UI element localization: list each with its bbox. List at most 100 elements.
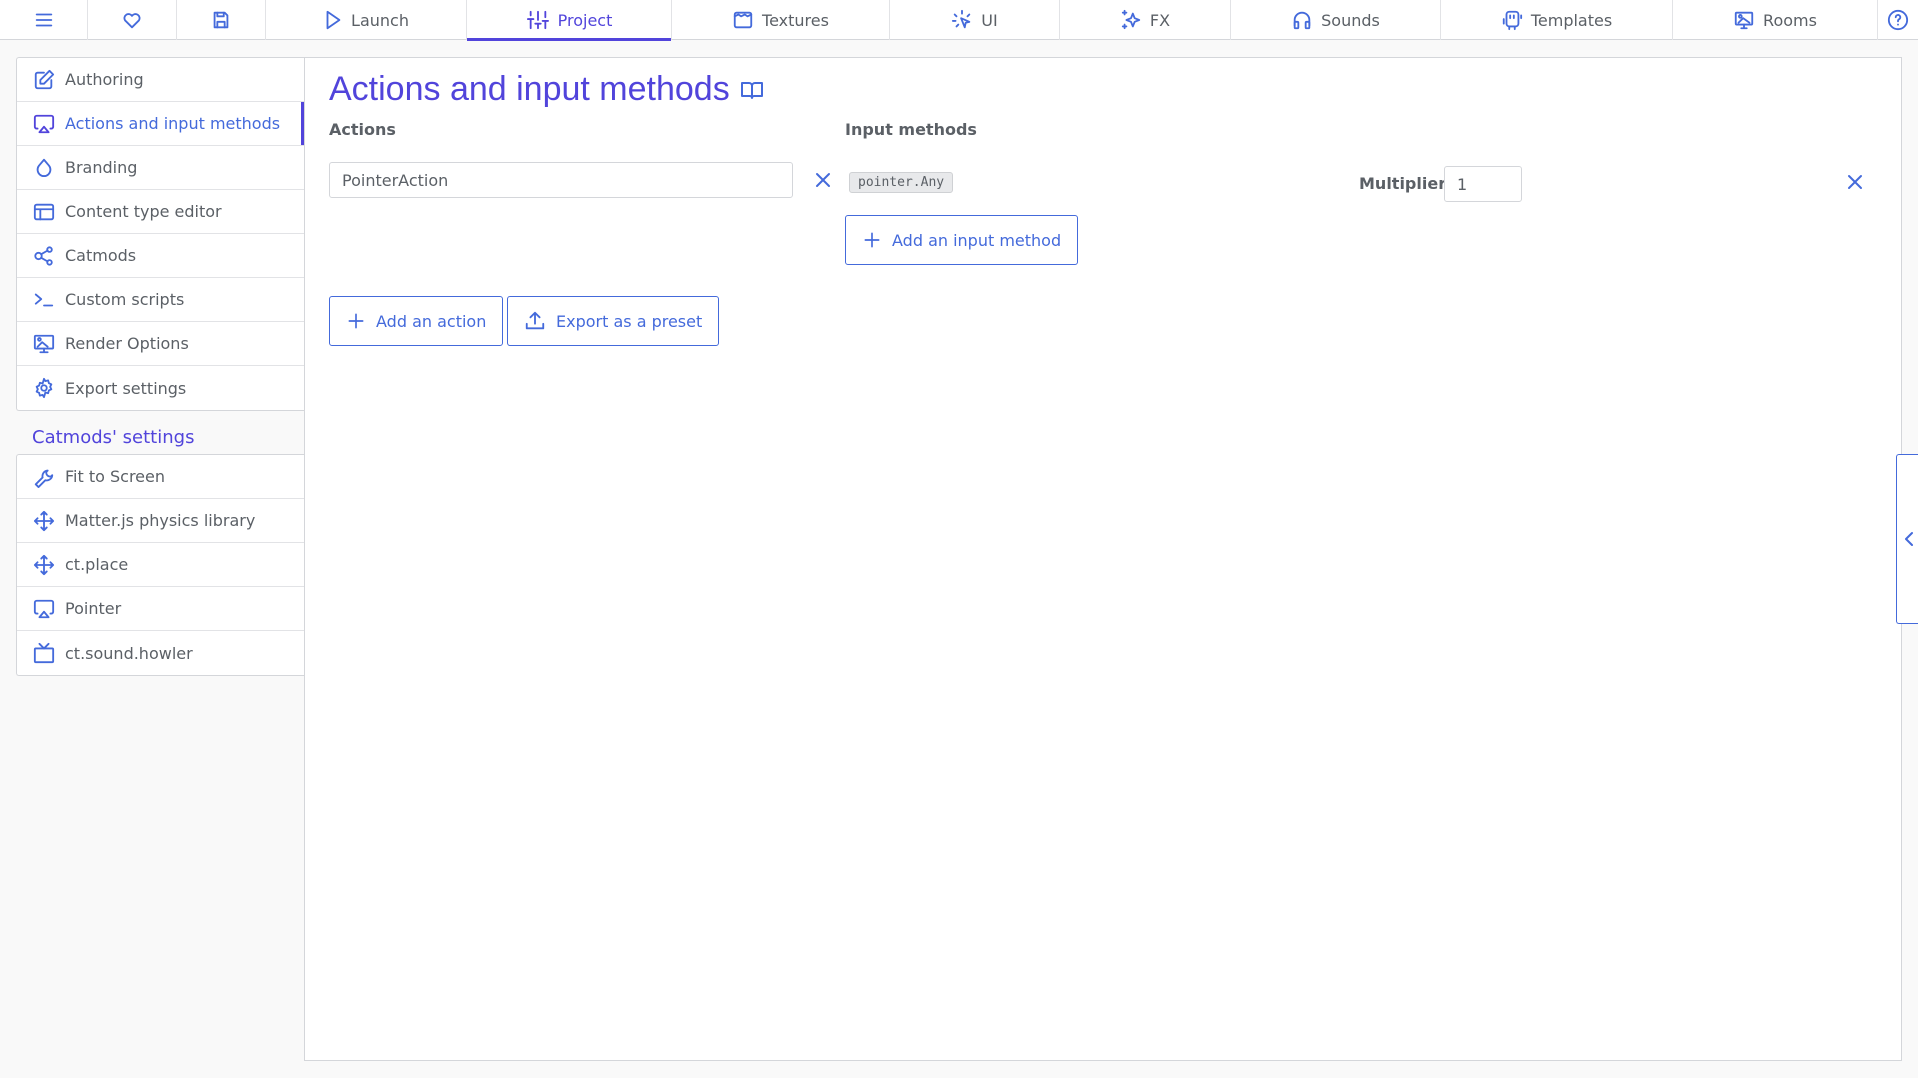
main-panel: Actions and input methods Actions Input … (304, 57, 1902, 1061)
sidebar-item-export-settings[interactable]: Export settings (17, 366, 304, 410)
add-action-label: Add an action (376, 311, 487, 331)
tab-textures-label: Textures (762, 10, 829, 30)
tab-ui[interactable]: UI (890, 0, 1060, 40)
export-preset-label: Export as a preset (556, 311, 703, 331)
sidebar-item-label: Actions and input methods (65, 114, 281, 133)
sidebar-item-authoring[interactable]: Authoring (17, 58, 304, 102)
top-nav-bar: Launch Project Textures UI FX Sounds Tem… (0, 0, 1918, 41)
hamburger-icon (33, 9, 55, 31)
sidebar-item-label: Custom scripts (65, 290, 185, 309)
sidebar-item-label: Render Options (65, 334, 189, 353)
sidebar-item-label: Content type editor (65, 202, 222, 221)
wrench-icon (33, 466, 55, 488)
sidebar-item-label: Catmods (65, 246, 137, 265)
sidebar-item-label: ct.place (65, 555, 129, 574)
help-circle-icon (1887, 9, 1909, 31)
delete-input-method-button[interactable] (1843, 170, 1867, 194)
headphones-icon (1291, 9, 1313, 31)
plus-icon (346, 311, 366, 331)
close-icon (1843, 170, 1867, 194)
airplay-icon (33, 598, 55, 620)
sliders-icon (526, 9, 550, 31)
sidebar-item-matterjs[interactable]: Matter.js physics library (17, 499, 304, 543)
sidebar-item-content-type-editor[interactable]: Content type editor (17, 190, 304, 234)
tab-templates[interactable]: Templates (1441, 0, 1673, 40)
move-icon (33, 510, 55, 532)
catmods-settings-heading: Catmods' settings (32, 427, 195, 448)
export-preset-button[interactable]: Export as a preset (507, 296, 720, 346)
sidebar-item-render-options[interactable]: Render Options (17, 322, 304, 366)
tab-fx[interactable]: FX (1060, 0, 1231, 40)
layout-icon (33, 201, 55, 223)
move-icon (33, 554, 55, 576)
sidebar-item-label: Authoring (65, 70, 144, 89)
template-icon (1501, 9, 1523, 31)
plus-icon (862, 230, 882, 250)
sidebar-item-label: Export settings (65, 378, 187, 398)
upload-icon (524, 310, 546, 332)
save-button[interactable] (177, 0, 266, 40)
page-title: Actions and input methods (329, 70, 764, 109)
sidebar-item-actions[interactable]: Actions and input methods (17, 102, 304, 146)
edit-icon (33, 69, 55, 91)
tab-ui-label: UI (981, 10, 998, 30)
sparkles-icon (1120, 9, 1142, 31)
sidebar-item-label: Matter.js physics library (65, 511, 256, 530)
sidebar-item-pointer[interactable]: Pointer (17, 587, 304, 631)
tab-launch[interactable]: Launch (266, 0, 467, 40)
tab-sounds[interactable]: Sounds (1231, 0, 1441, 40)
play-icon (323, 9, 343, 31)
favorite-button[interactable] (88, 0, 177, 40)
tab-launch-label: Launch (351, 10, 409, 30)
texture-icon (732, 9, 754, 31)
sidebar-item-label: ct.sound.howler (65, 643, 193, 663)
sidebar-item-label: Pointer (65, 599, 122, 618)
tab-rooms-label: Rooms (1763, 10, 1817, 30)
room-icon (1733, 9, 1755, 31)
cursor-click-icon (951, 9, 973, 31)
terminal-icon (33, 289, 55, 311)
menu-button[interactable] (0, 0, 88, 40)
page-title-text: Actions and input methods (329, 70, 730, 108)
book-open-icon[interactable] (740, 78, 764, 102)
input-methods-label: Input methods (845, 120, 977, 139)
catmods-settings-list: Fit to Screen Matter.js physics library … (16, 454, 304, 676)
droplet-icon (33, 157, 55, 179)
add-action-button[interactable]: Add an action (329, 296, 504, 346)
sidebar-item-ct-sound-howler[interactable]: ct.sound.howler (17, 631, 304, 675)
sidebar: Authoring Actions and input methods Bran… (16, 57, 304, 676)
action-name-input[interactable] (329, 162, 793, 198)
sidebar-item-ct-place[interactable]: ct.place (17, 543, 304, 587)
sidebar-item-custom-scripts[interactable]: Custom scripts (17, 278, 304, 322)
sidebar-item-label: Branding (65, 158, 138, 177)
sidebar-item-catmods[interactable]: Catmods (17, 234, 304, 278)
airplay-icon (33, 113, 55, 135)
tab-rooms[interactable]: Rooms (1673, 0, 1878, 40)
monitor-image-icon (33, 333, 55, 355)
heart-icon (121, 9, 143, 31)
add-input-method-button[interactable]: Add an input method (845, 215, 1079, 265)
sidebar-item-label: Fit to Screen (65, 467, 165, 486)
collapse-panel-tab[interactable] (1896, 454, 1918, 624)
chevron-left-icon (1903, 531, 1915, 547)
add-input-method-label: Add an input method (892, 230, 1062, 250)
tv-icon (33, 642, 55, 664)
tab-project-label: Project (557, 10, 613, 30)
delete-action-button[interactable] (811, 168, 835, 192)
tab-templates-label: Templates (1530, 10, 1613, 30)
floppy-disk-icon (210, 9, 232, 31)
tab-project[interactable]: Project (467, 0, 672, 41)
multiplier-input[interactable] (1444, 166, 1522, 202)
close-icon (811, 168, 835, 192)
share-nodes-icon (33, 245, 55, 267)
tab-textures[interactable]: Textures (672, 0, 890, 40)
actions-label: Actions (329, 120, 396, 139)
sidebar-item-fit-to-screen[interactable]: Fit to Screen (17, 455, 304, 499)
gear-icon (33, 377, 55, 399)
sidebar-item-branding[interactable]: Branding (17, 146, 304, 190)
project-settings-list: Authoring Actions and input methods Bran… (16, 57, 304, 411)
multiplier-label: Multiplier: (1359, 174, 1453, 193)
help-button[interactable] (1878, 0, 1918, 40)
input-method-code: pointer.Any (849, 172, 954, 193)
tab-fx-label: FX (1149, 10, 1171, 30)
